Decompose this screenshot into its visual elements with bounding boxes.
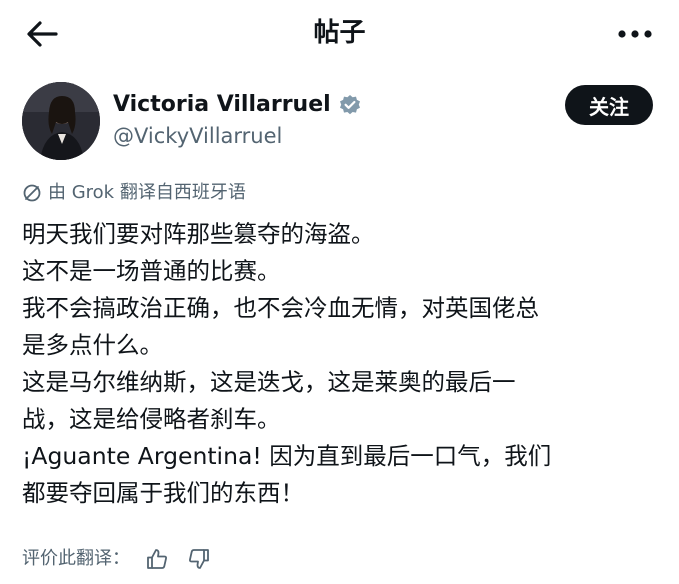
post-text: 明天我们要对阵那些篡夺的海盗。 这不是一场普通的比赛。 我不会搞政治正确，也不会… [22,216,662,512]
post-line: 是多点什么。 [22,331,163,359]
more-options-button[interactable] [613,16,657,52]
translation-note-text: 由 Grok 翻译自西班牙语 [48,182,246,203]
post-detail-page: 帖子 Victoria Villarruel @VickyVillarruel … [0,0,679,584]
profile-photo-icon [22,82,100,160]
author-handle[interactable]: @VickyVillarruel [113,123,282,149]
author-name-row: Victoria Villarruel [113,92,361,118]
thumbs-down-icon [189,549,209,569]
page-title: 帖子 [313,18,366,48]
post-line: 都要夺回属于我们的东西！ [22,479,304,507]
translation-note[interactable]: 由 Grok 翻译自西班牙语 [22,181,246,205]
translation-rating: 评价此翻译： [22,544,214,574]
top-bar: 帖子 [0,0,679,66]
more-horizontal-icon [618,30,652,38]
author-name[interactable]: Victoria Villarruel [113,92,331,118]
follow-button[interactable]: 关注 [565,85,653,125]
post-line: 这是马尔维纳斯，这是迭戈，这是莱奥的最后一 [22,368,516,396]
thumbs-up-button[interactable] [142,544,172,574]
post-line: 这不是一场普通的比赛。 [22,257,281,285]
rating-label: 评价此翻译： [22,548,130,569]
thumbs-down-button[interactable] [184,544,214,574]
avatar[interactable] [22,82,100,160]
post-line: 战，这是给侵略者刹车。 [22,405,281,433]
thumbs-up-icon [147,549,167,569]
post-line: 我不会搞政治正确，也不会冷血无情，对英国佬总 [22,294,539,322]
verified-badge-icon [339,95,360,115]
translate-icon [23,184,41,202]
post-line: 明天我们要对阵那些篡夺的海盗。 [22,220,375,248]
post-line: ¡Aguante Argentina! 因为直到最后一口气，我们 [22,442,552,470]
